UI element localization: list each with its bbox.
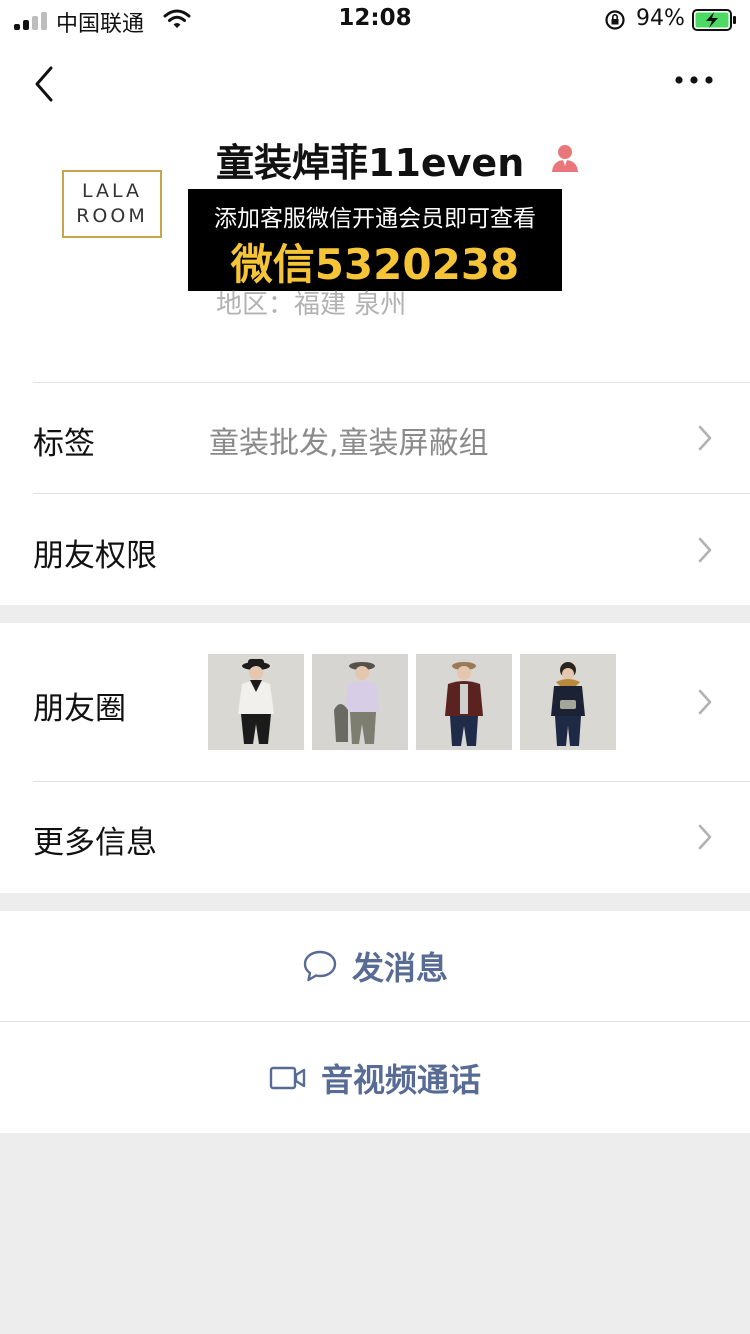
tags-value: 童装批发,童装屏蔽组 <box>209 426 489 461</box>
chevron-right-icon <box>698 824 712 850</box>
battery-percent: 94% <box>636 6 685 31</box>
orientation-lock-icon <box>605 10 625 30</box>
moments-photo <box>312 654 408 750</box>
chevron-right-icon <box>698 689 712 715</box>
avatar[interactable]: LALA ROOM <box>62 170 162 238</box>
moments-photo <box>208 654 304 750</box>
send-message-button[interactable]: 发消息 <box>0 911 750 1021</box>
person-icon <box>552 145 578 172</box>
moments-label: 朋友圈 <box>33 691 126 727</box>
video-call-label: 音视频通话 <box>320 1060 481 1099</box>
avatar-logo-text-line2: ROOM <box>76 205 148 227</box>
back-icon[interactable] <box>30 64 60 104</box>
chat-bubble-icon <box>303 950 337 982</box>
status-bar: 中国联通 12:08 94% <box>0 0 750 40</box>
moments-cell[interactable]: 朋友圈 <box>0 623 750 781</box>
promo-text: 添加客服微信开通会员即可查看 <box>214 206 536 232</box>
moments-photo <box>416 654 512 750</box>
friend-permissions-cell[interactable]: 朋友权限 <box>0 494 750 605</box>
region-text: 地区：福建 泉州 <box>216 290 407 320</box>
name-row: 童装焯菲11even <box>216 132 578 185</box>
tags-label: 标签 <box>33 426 95 462</box>
send-message-label: 发消息 <box>351 949 448 987</box>
more-info-label: 更多信息 <box>33 825 157 861</box>
promo-wechat-id: 微信5320238 <box>230 240 520 289</box>
tags-cell[interactable]: 标签 童装批发,童装屏蔽组 <box>0 382 750 493</box>
video-camera-icon <box>269 1066 306 1089</box>
moments-group: 朋友圈 更多信息 <box>0 623 750 893</box>
video-call-button[interactable]: 音视频通话 <box>0 1022 750 1133</box>
settings-group: 标签 童装批发,童装屏蔽组 朋友权限 <box>0 382 750 605</box>
more-info-cell[interactable]: 更多信息 <box>0 782 750 893</box>
promo-banner: 添加客服微信开通会员即可查看 微信5320238 <box>188 189 562 291</box>
chevron-right-icon <box>698 537 712 563</box>
friend-permissions-label: 朋友权限 <box>33 538 157 574</box>
chevron-right-icon <box>698 425 712 451</box>
more-icon[interactable] <box>674 74 714 86</box>
contact-name: 童装焯菲11even <box>216 141 525 185</box>
profile-header: LALA ROOM 童装焯菲11even 添加客服微信开通会员即可查看 微信53… <box>0 40 750 382</box>
moments-photo <box>520 654 616 750</box>
avatar-logo-text-line1: LALA <box>81 180 143 202</box>
battery-charging-icon <box>692 9 736 31</box>
